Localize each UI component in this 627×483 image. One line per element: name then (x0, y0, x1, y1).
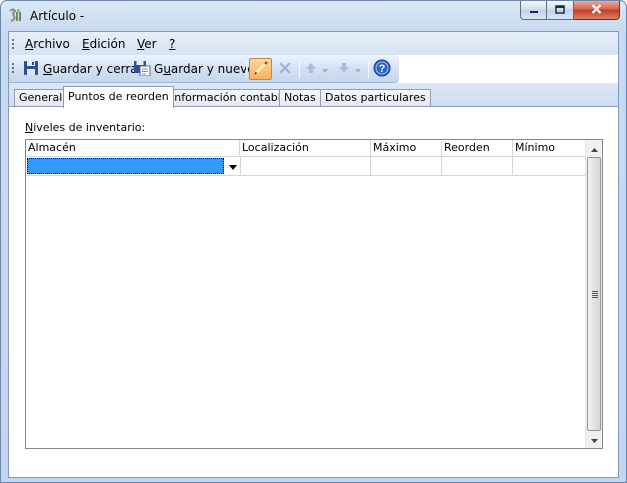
app-logo-icon[interactable] (8, 8, 24, 24)
save-icon (23, 60, 39, 79)
move-down-icon (337, 61, 351, 78)
help-button[interactable]: ? (373, 59, 391, 79)
cell-localizacion[interactable] (240, 157, 371, 175)
close-button[interactable] (574, 1, 620, 20)
help-icon: ? (373, 59, 391, 80)
svg-text:?: ? (379, 63, 386, 75)
chevron-up-icon (591, 142, 598, 155)
menu-help[interactable]: ? (169, 37, 175, 51)
toolbar: Guardar y cerrar Guardar y nuevo ? (9, 55, 399, 83)
menu-edicion[interactable]: Edición (82, 37, 125, 51)
column-header-maximo[interactable]: Máximo (371, 140, 442, 156)
tab-puntos-de-reorden[interactable]: Puntos de reorden (63, 86, 174, 108)
maximize-icon (555, 4, 565, 17)
menubar-grip[interactable] (12, 38, 14, 50)
cell-minimo[interactable] (513, 157, 585, 175)
caption-buttons (520, 1, 620, 21)
minimize-button[interactable] (520, 1, 547, 20)
toolbar-separator (246, 60, 247, 78)
chevron-down-icon[interactable] (355, 62, 361, 76)
app-window: Artículo - Archivo Edición Ver ? Guardar… (0, 0, 627, 483)
vertical-scrollbar[interactable] (585, 140, 602, 448)
toolbar-separator (368, 60, 369, 78)
toolbar-separator (299, 60, 300, 78)
client-area: Archivo Edición Ver ? Guardar y cerrar G… (8, 31, 619, 478)
chevron-down-icon (229, 160, 237, 173)
save-and-close-label: Guardar y cerrar (43, 62, 143, 76)
menu-archivo[interactable]: Archivo (25, 37, 70, 51)
tab-informacion-contable[interactable]: Información contable (166, 89, 293, 107)
table-row[interactable] (26, 157, 585, 176)
tab-notas[interactable]: Notas (279, 89, 321, 107)
chevron-down-icon[interactable] (322, 62, 328, 76)
title-bar[interactable]: Artículo - (1, 1, 626, 31)
inventory-levels-label: Niveles de inventario: (25, 121, 146, 134)
inventory-grid[interactable]: Almacén Localización Máximo Reorden Míni… (25, 139, 603, 449)
save-new-icon (133, 60, 151, 79)
delete-button[interactable] (276, 59, 294, 79)
menu-bar: Archivo Edición Ver ? (9, 32, 618, 55)
cell-reorden[interactable] (442, 157, 513, 175)
tab-page-puntos-de-reorden: Niveles de inventario: Almacén Localizac… (9, 106, 618, 477)
column-header-localizacion[interactable]: Localización (240, 140, 371, 156)
move-up-button[interactable] (304, 59, 328, 79)
maximize-button[interactable] (547, 1, 574, 20)
move-down-button[interactable] (337, 59, 361, 79)
scroll-up-button[interactable] (586, 140, 603, 157)
column-header-reorden[interactable]: Reorden (442, 140, 513, 156)
edit-icon (253, 60, 269, 79)
delete-icon (278, 61, 292, 78)
tab-datos-particulares[interactable]: Datos particulares (320, 89, 431, 107)
column-header-minimo[interactable]: Mínimo (513, 140, 585, 156)
almacen-dropdown-button[interactable] (225, 157, 241, 175)
grid-header: Almacén Localización Máximo Reorden Míni… (26, 140, 585, 157)
cell-almacen[interactable] (27, 158, 224, 174)
close-icon (591, 3, 602, 17)
minimize-icon (529, 4, 539, 17)
window-title: Artículo - (30, 9, 85, 23)
cell-maximo[interactable] (371, 157, 442, 175)
scrollbar-thumb[interactable] (587, 157, 601, 431)
column-header-almacen[interactable]: Almacén (26, 140, 240, 156)
toolbar-grip[interactable] (12, 62, 14, 74)
chevron-down-icon (591, 433, 598, 446)
edit-button[interactable] (249, 58, 272, 80)
menu-ver[interactable]: Ver (137, 37, 157, 51)
tab-general[interactable]: General (14, 89, 68, 107)
grip-icon (592, 291, 598, 298)
save-and-new-label: Guardar y nuevo (154, 62, 255, 76)
scroll-down-button[interactable] (586, 431, 603, 448)
save-and-new-button[interactable]: Guardar y nuevo (133, 59, 255, 79)
move-up-icon (304, 61, 318, 78)
tab-strip: General Puntos de reorden Información co… (9, 83, 618, 108)
save-and-close-button[interactable]: Guardar y cerrar (23, 59, 143, 79)
